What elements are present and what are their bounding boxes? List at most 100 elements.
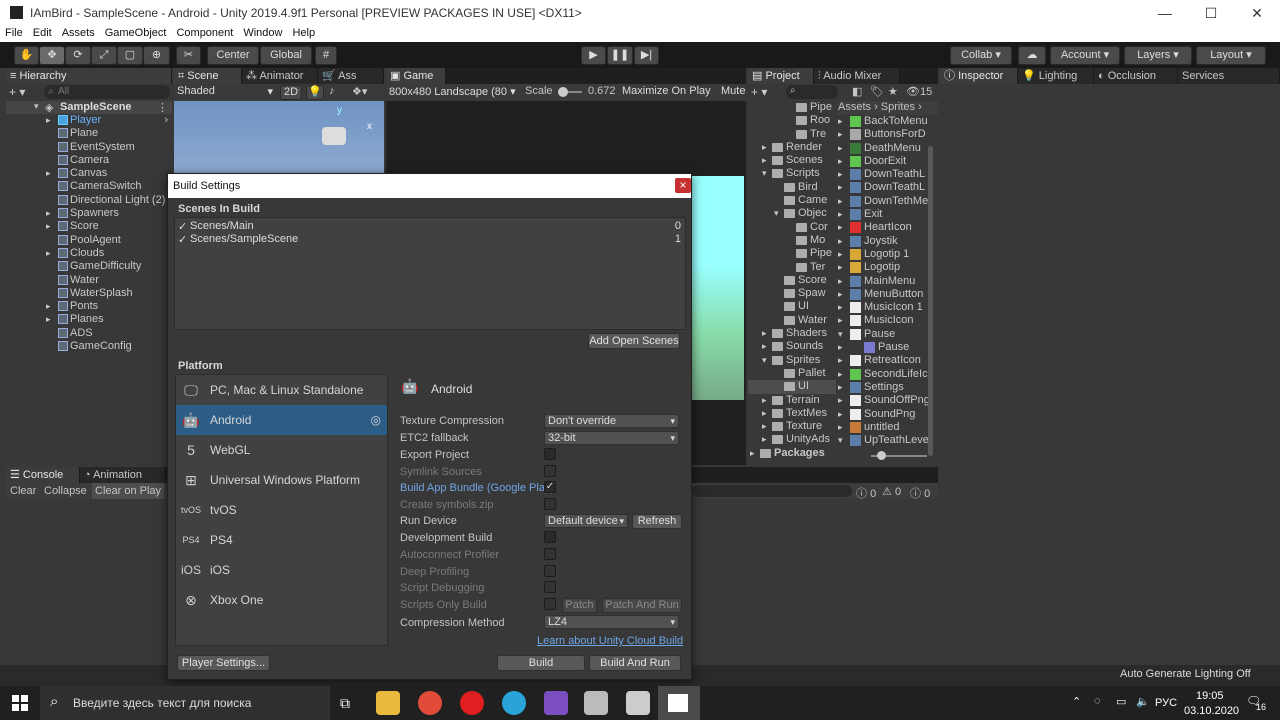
tab-audio-mixer[interactable]: ⫶ Audio Mixer [814,68,900,84]
asset-item[interactable]: ▸ ButtonsForD [838,128,938,141]
expand-arrow-icon[interactable]: ▸ [838,248,843,261]
hierarchy-item[interactable]: ▸ Spawners [6,207,172,220]
project-folder[interactable]: Cor [748,221,836,234]
global-local-button[interactable]: Global [260,46,312,65]
etc2-fallback-dropdown[interactable]: 32-bit [544,431,679,445]
collab-dropdown[interactable]: Collab ▾ [950,46,1012,65]
asset-item[interactable]: ▸ Logotip [838,261,938,274]
menu-window[interactable]: Window [238,26,287,42]
tab-occlusion[interactable]: ◐ Occlusion [1094,68,1178,84]
asset-item[interactable]: ▸ Settings [838,381,938,394]
tab-inspector[interactable]: ⓘ Inspector [940,68,1018,84]
expand-arrow-icon[interactable]: ▾ [838,434,843,447]
custom-tool-button[interactable]: ✂ [176,46,201,65]
scene-checkbox[interactable]: ✓ [178,233,187,246]
autoconnect-profiler-checkbox[interactable] [544,548,556,560]
expand-arrow-icon[interactable]: ▸ [762,407,767,420]
layers-dropdown[interactable]: Layers ▾ [1124,46,1192,65]
app-icon-2[interactable] [626,691,650,715]
project-folder[interactable]: ▾ Sprites [748,354,836,367]
expand-arrow-icon[interactable]: ▸ [762,154,767,167]
symlink-sources-checkbox[interactable] [544,465,556,477]
file-explorer-icon[interactable] [376,691,400,715]
telegram-icon[interactable] [502,691,526,715]
expand-arrow-icon[interactable]: ▸ [838,354,843,367]
hierarchy-item[interactable]: ▸ Planes [6,313,172,326]
expand-arrow-icon[interactable]: ▸ [838,115,843,128]
tab-animator[interactable]: ⁂ Animator [242,68,318,84]
asset-item[interactable]: ▸ DownTethMe [838,195,938,208]
expand-arrow-icon[interactable]: ▸ [838,381,843,394]
clock-time[interactable]: 19:05 [1196,690,1224,702]
maximize-button[interactable]: ☐ [1188,0,1234,26]
start-windows-icon[interactable] [12,695,28,711]
project-folder[interactable]: Mo [748,234,836,247]
project-folder[interactable]: Pipe [748,101,836,114]
clock-date[interactable]: 03.10.2020 [1184,705,1239,717]
chevron-right-icon[interactable]: › [164,114,168,127]
maximize-on-play-toggle[interactable]: Maximize On Play [622,85,711,97]
expand-arrow-icon[interactable]: ▾ [774,207,779,220]
hierarchy-item[interactable]: ▸ Clouds [6,247,172,260]
hierarchy-item[interactable]: ▸ Canvas [6,167,172,180]
project-folder[interactable]: Pallet [748,367,836,380]
project-folder[interactable]: ▾ Scripts [748,167,836,180]
project-folder[interactable]: ▸ Shaders [748,327,836,340]
asset-item[interactable]: ▸ DoorExit [838,155,938,168]
build-and-run-button[interactable]: Build And Run [589,655,681,671]
texture-compression-dropdown[interactable]: Don't override [544,414,679,428]
task-view-icon[interactable]: ⧉ [340,695,350,712]
expand-arrow-icon[interactable]: ▸ [838,314,843,327]
cloud-icon[interactable]: ☁ [1018,46,1046,65]
dialog-close-button[interactable]: × [675,178,691,193]
expand-arrow-icon[interactable]: ▸ [838,341,843,354]
asset-item[interactable]: ▸ MainMenu [838,275,938,288]
audio-toggle-icon[interactable]: ♪ [329,85,335,97]
expand-arrow-icon[interactable]: ▸ [750,447,755,460]
youtube-icon[interactable] [460,691,484,715]
project-add-icon[interactable]: + ▾ [751,85,767,99]
patch-and-run-button[interactable]: Patch And Run [602,598,682,613]
hierarchy-item[interactable]: ▸ Ponts [6,300,172,313]
menu-assets[interactable]: Assets [57,26,100,42]
expand-arrow-icon[interactable]: ▸ [46,207,51,220]
volume-icon[interactable]: 🔈 [1136,695,1150,708]
project-folder[interactable]: ▸ Sounds [748,340,836,353]
asset-item[interactable]: ▸ untitled [838,421,938,434]
project-folder[interactable]: Roo [748,114,836,127]
project-folder[interactable]: Came [748,194,836,207]
asset-item[interactable]: ▸ MenuButton [838,288,938,301]
menu-file[interactable]: File [0,26,28,42]
menu-edit[interactable]: Edit [28,26,57,42]
menu-component[interactable]: Component [171,26,238,42]
expand-arrow-icon[interactable]: ▸ [838,275,843,288]
scripts-only-build-checkbox[interactable] [544,598,556,610]
console-clear-button[interactable]: Clear [10,485,36,497]
tab-lighting[interactable]: 💡 Lighting [1018,68,1094,84]
patch-button[interactable]: Patch [562,598,597,613]
project-folder[interactable]: Spaw [748,287,836,300]
hierarchy-item[interactable]: Camera [6,154,172,167]
hierarchy-item[interactable]: WaterSplash [6,287,172,300]
platform-item[interactable]: PS4 PS4 [176,525,387,555]
run-device-dropdown[interactable]: Default device [544,514,628,528]
lighting-toggle-icon[interactable]: 💡 [306,85,324,100]
expand-arrow-icon[interactable]: ▸ [838,261,843,274]
asset-item[interactable]: ▸ Pause [838,341,938,354]
grid-snap-button[interactable]: # [315,46,337,65]
project-folder[interactable]: ▸ TextMes [748,407,836,420]
play-button[interactable]: ▶ [581,46,606,65]
language-indicator[interactable]: РУС [1155,697,1177,709]
tray-chevron-icon[interactable]: ⌃ [1072,695,1081,708]
platform-item[interactable]: 🤖 Android ◎ [176,405,387,435]
expand-arrow-icon[interactable]: ▾ [762,167,767,180]
expand-arrow-icon[interactable]: ▸ [46,313,51,326]
asset-item[interactable]: ▾ UpTeathLeve [838,434,938,447]
scene-viewport[interactable]: y x [174,101,384,173]
2d-toggle-button[interactable]: 2D [280,85,302,100]
battery-icon[interactable]: ▭ [1116,695,1126,708]
project-folder[interactable]: Bird [748,181,836,194]
hierarchy-item[interactable]: Water [6,274,172,287]
expand-arrow-icon[interactable]: ▸ [838,408,843,421]
account-dropdown[interactable]: Account ▾ [1050,46,1120,65]
